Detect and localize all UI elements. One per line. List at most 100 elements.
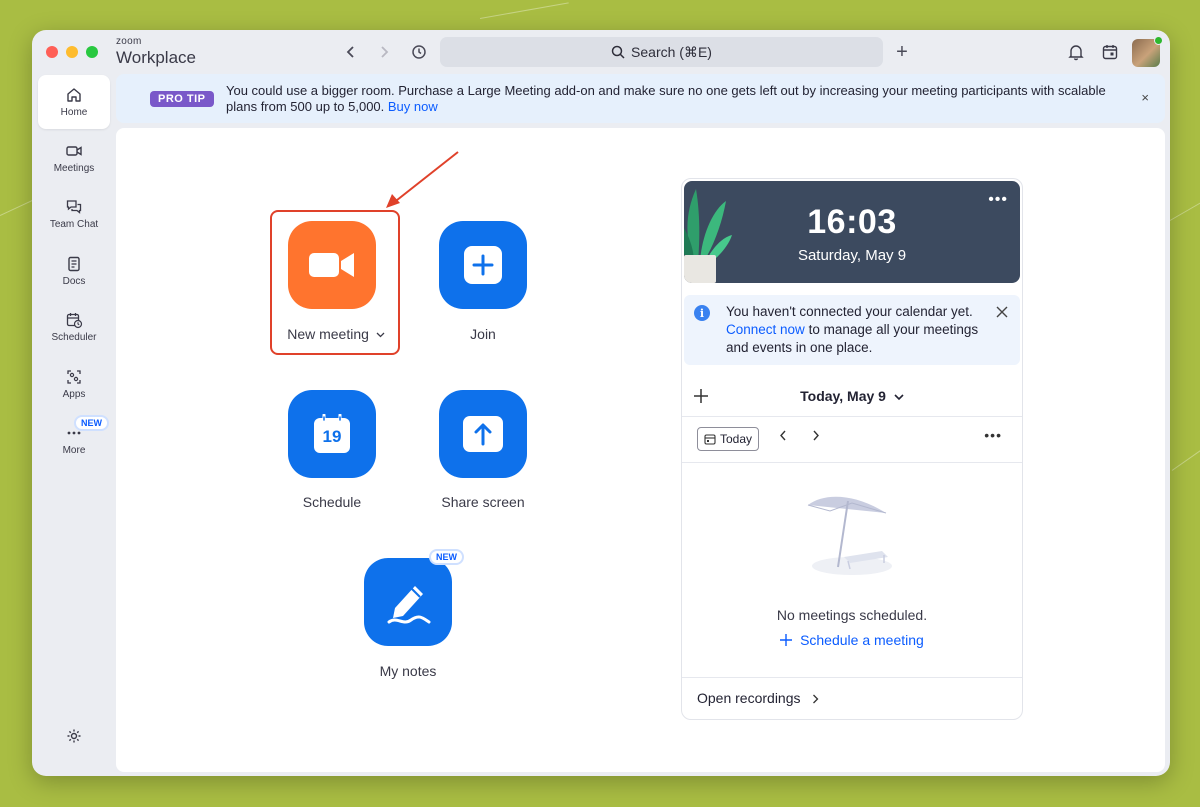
join-button[interactable] (439, 221, 527, 309)
schedule-label[interactable]: Schedule (252, 494, 412, 510)
sidebar-item-label: Docs (62, 276, 86, 287)
sidebar: Home Meetings Team Chat Docs Scheduler A… (32, 74, 116, 776)
bell-icon (1068, 45, 1084, 61)
prev-day-button[interactable] (779, 429, 787, 444)
search-label: Search (⌘E) (631, 43, 712, 60)
open-recordings-label: Open recordings (697, 690, 801, 706)
brand-small: zoom (116, 36, 142, 47)
new-meeting-text: New meeting (287, 326, 369, 342)
clock-header: 16:03 Saturday, May 9 ••• (684, 181, 1020, 283)
chevron-down-icon[interactable] (376, 332, 385, 338)
my-notes-label[interactable]: My notes (328, 663, 488, 679)
home-main-panel: New meeting Join 19 Schedule Share scree… (116, 128, 1165, 772)
pro-tip-text: You could use a bigger room. Purchase a … (226, 83, 1126, 115)
chevron-right-icon (381, 46, 389, 58)
plus-box-icon (464, 246, 502, 284)
video-camera-icon (66, 146, 82, 156)
next-day-button[interactable] (812, 429, 820, 444)
share-screen-label[interactable]: Share screen (403, 494, 563, 510)
sidebar-item-label: Team Chat (49, 219, 99, 230)
new-meeting-button[interactable] (288, 221, 376, 309)
beach-umbrella-illustration (807, 496, 892, 575)
schedule-meeting-text: Schedule a meeting (800, 632, 924, 648)
sidebar-item-scheduler[interactable]: Scheduler (38, 300, 110, 354)
chevron-down-icon (894, 394, 904, 400)
schedule-meeting-link[interactable]: Schedule a meeting (682, 632, 1022, 648)
sidebar-item-docs[interactable]: Docs (38, 244, 110, 298)
close-icon (996, 306, 1008, 318)
info-icon: i (694, 305, 710, 321)
presence-status-dot (1154, 36, 1163, 45)
chevron-right-icon (813, 430, 819, 441)
close-window-button[interactable] (46, 46, 58, 58)
clock-more-button[interactable]: ••• (988, 191, 1008, 209)
annotation-arrow (386, 151, 459, 208)
current-time: 16:03 (807, 203, 897, 241)
share-screen-icon (463, 416, 503, 452)
calendar-more-button[interactable]: ••• (984, 427, 1002, 443)
brand-big: Workplace (116, 48, 196, 67)
chevron-left-icon (780, 430, 786, 441)
apps-grid-icon (67, 370, 81, 384)
more-new-badge: NEW (74, 415, 109, 431)
new-meeting-label[interactable]: New meeting (256, 326, 416, 342)
plus-icon (780, 634, 793, 646)
current-date: Saturday, May 9 (797, 247, 907, 264)
search-icon (611, 45, 625, 59)
minimize-window-button[interactable] (66, 46, 78, 58)
sidebar-item-apps[interactable]: Apps (38, 357, 110, 411)
day-selector[interactable]: Today, May 9 (682, 388, 1022, 404)
zoom-window: zoom Workplace Search (⌘E) + Home Meetin… (32, 30, 1170, 776)
back-button[interactable] (341, 42, 361, 62)
sidebar-item-label: Meetings (53, 163, 95, 174)
open-recordings-button[interactable]: Open recordings (682, 677, 1022, 719)
pro-tip-message: You could use a bigger room. Purchase a … (226, 83, 1106, 114)
buy-now-link[interactable]: Buy now (388, 99, 438, 114)
calendar-notice-text: You haven't connected your calendar yet.… (726, 303, 986, 357)
video-camera-icon (309, 253, 354, 277)
calendar-card: 16:03 Saturday, May 9 ••• i You haven't … (681, 178, 1023, 720)
sidebar-item-label: More (62, 445, 86, 456)
calendar-button[interactable] (1100, 42, 1120, 62)
app-logo: zoom Workplace (116, 36, 196, 67)
calendar-small-icon (704, 434, 716, 445)
notice-text-pre: You haven't connected your calendar yet. (726, 304, 973, 319)
search-bar[interactable]: Search (⌘E) (440, 37, 883, 67)
calendar-icon (1102, 45, 1118, 60)
home-icon (67, 88, 81, 102)
no-meetings-text: No meetings scheduled. (776, 607, 928, 623)
sidebar-item-team-chat[interactable]: Team Chat (38, 187, 110, 241)
today-button-label: Today (720, 432, 753, 446)
day-title-text: Today, May 9 (800, 388, 886, 404)
my-notes-new-badge: NEW (429, 549, 464, 565)
sidebar-item-label: Scheduler (51, 332, 97, 343)
connect-now-link[interactable]: Connect now (726, 322, 805, 337)
new-tab-button[interactable]: + (892, 40, 912, 63)
settings-button[interactable] (38, 714, 110, 758)
forward-button[interactable] (374, 42, 394, 62)
pro-tip-close-button[interactable]: × (1141, 90, 1149, 105)
today-button[interactable]: Today (697, 427, 760, 451)
day-header: Today, May 9 (682, 379, 1022, 417)
join-label[interactable]: Join (403, 326, 563, 342)
avatar[interactable] (1132, 36, 1163, 67)
plus-icon: + (896, 40, 908, 63)
gear-icon (67, 729, 81, 743)
calendar-nav-row: Today ••• (682, 417, 1022, 463)
sidebar-item-home[interactable]: Home (38, 75, 110, 129)
chevron-right-icon (813, 694, 819, 704)
maximize-window-button[interactable] (86, 46, 98, 58)
notice-close-button[interactable] (996, 305, 1008, 322)
calendar-connect-notice: i You haven't connected your calendar ye… (684, 295, 1020, 365)
notifications-button[interactable] (1066, 42, 1086, 62)
history-clock-icon (412, 45, 426, 59)
history-button[interactable] (409, 42, 429, 62)
my-notes-button[interactable] (364, 558, 452, 646)
sidebar-item-label: Home (60, 107, 88, 118)
calendar-clock-icon (66, 313, 83, 329)
sidebar-item-meetings[interactable]: Meetings (38, 131, 110, 185)
pencil-note-icon (387, 586, 431, 624)
share-screen-button[interactable] (439, 390, 527, 478)
schedule-button[interactable]: 19 (288, 390, 376, 478)
chat-bubbles-icon (66, 200, 82, 214)
